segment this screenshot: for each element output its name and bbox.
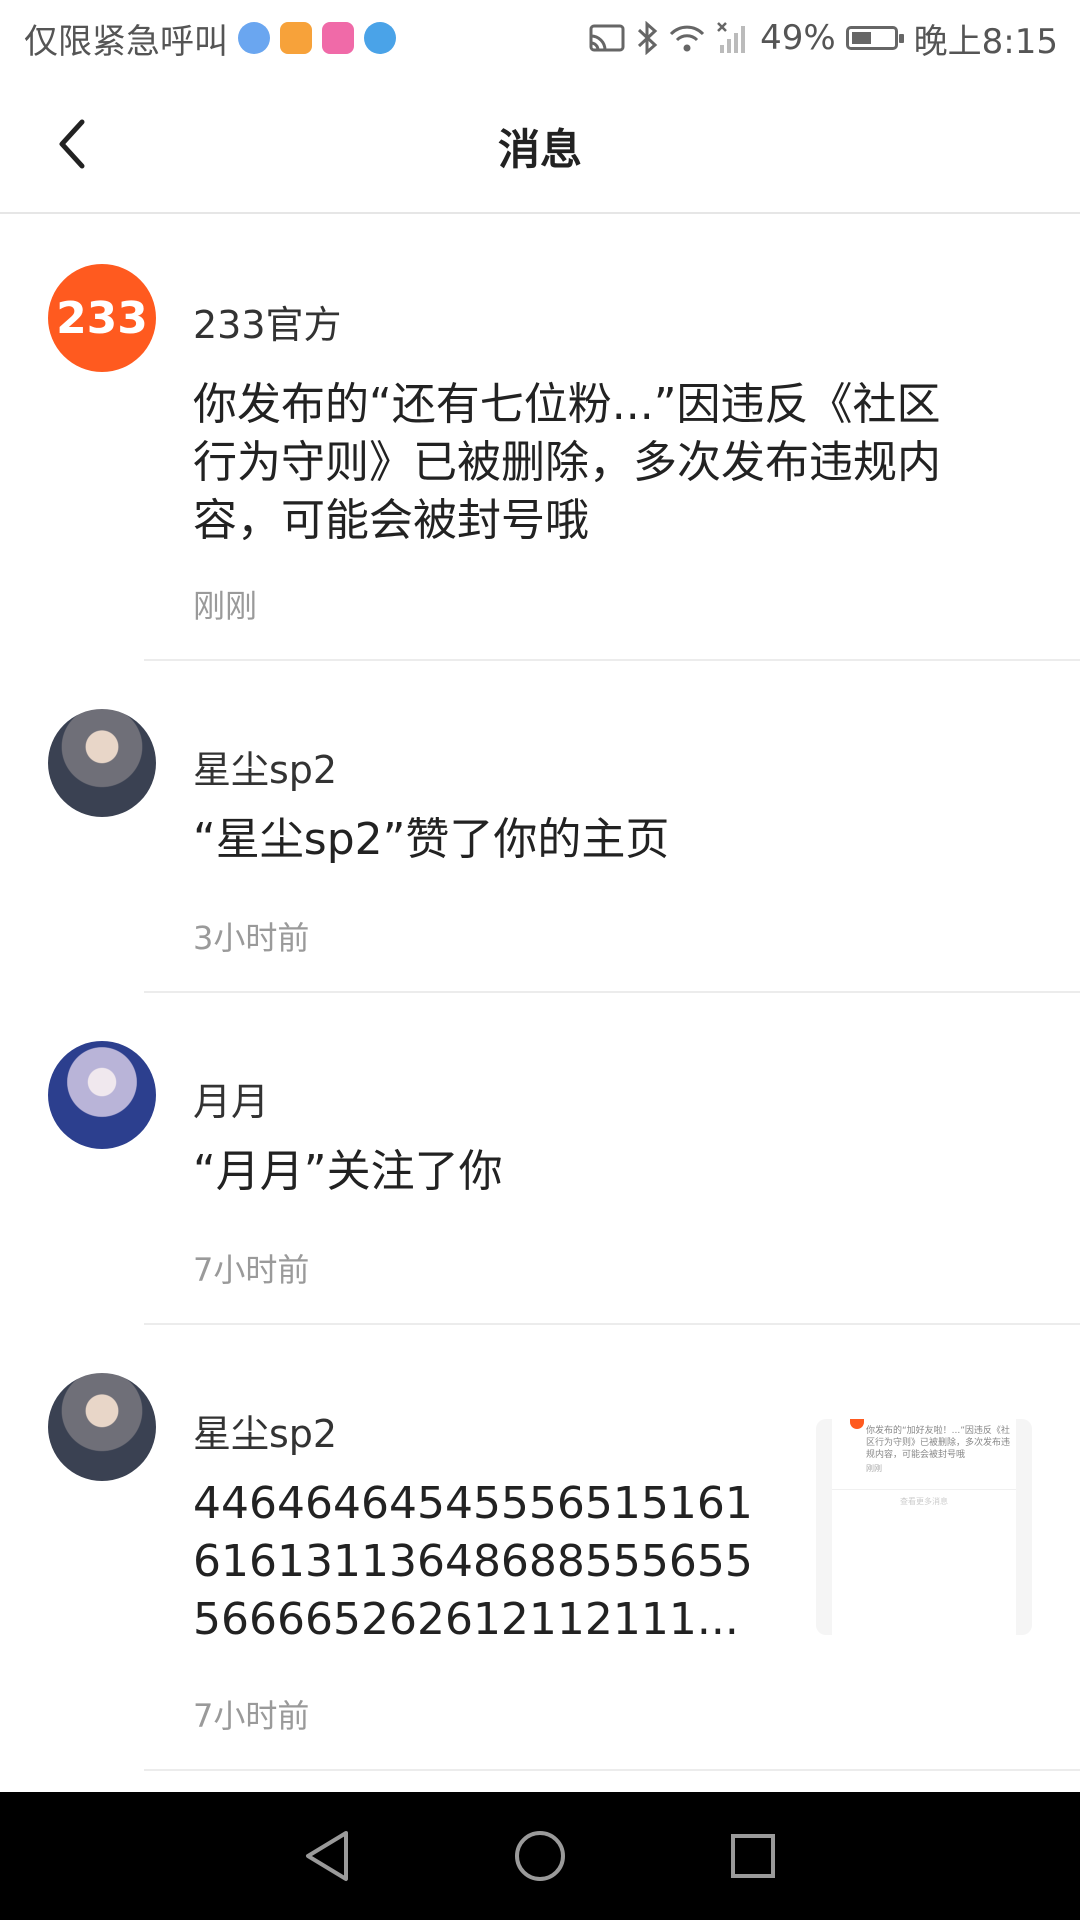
list-item[interactable]: 星尘sp2 “星尘sp2”赞了你的主页 3小时前 [0, 661, 1080, 993]
thumbnail-time: 刚刚 [866, 1464, 882, 1473]
sender-name: 星尘sp2 [193, 1412, 338, 1456]
divider [144, 1769, 1080, 1771]
clock: 晚上8:15 [913, 21, 1058, 62]
triangle-back-icon [305, 1831, 348, 1881]
thumbnail-footer: 查看更多消息 [832, 1489, 1016, 1507]
signal-icon [716, 21, 750, 55]
status-bar: 仅限紧急呼叫 49% 晚上8:15 [0, 0, 1080, 76]
message-content: 4464646454555651516161613113648688555655… [193, 1478, 753, 1645]
list-item[interactable]: 月月 “月月”关注了你 7小时前 [0, 993, 1080, 1325]
list-item[interactable]: 星尘sp2 4464646454555651516161613113648688… [0, 1325, 1080, 1771]
music-app-icon [238, 22, 270, 54]
avatar[interactable] [48, 1373, 156, 1481]
sender-name: 月月 [193, 1080, 270, 1124]
cast-icon [588, 23, 626, 53]
thumbnail-text: 你发布的“加好友啦！...”因违反《社区行为守则》已被删除，多次发布违规内容，可… [866, 1426, 1011, 1460]
avatar[interactable] [48, 1041, 156, 1149]
message-time: 7小时前 [193, 1251, 310, 1289]
nav-back-button[interactable] [287, 1816, 367, 1896]
message-content: 你发布的“还有七位粉...”因违反《社区行为守则》已被删除，多次发布违规内容，可… [193, 379, 941, 546]
list-item[interactable]: 233 233官方 你发布的“还有七位粉...”因违反《社区行为守则》已被删除，… [0, 216, 1080, 661]
message-list[interactable]: 233 233官方 你发布的“还有七位粉...”因违反《社区行为守则》已被删除，… [0, 216, 1080, 1771]
video-app-icon [280, 22, 312, 54]
bluetooth-icon [636, 21, 658, 55]
message-thumbnail[interactable]: 你发布的“加好友啦！...”因违反《社区行为守则》已被删除，多次发布违规内容，可… [816, 1419, 1032, 1635]
avatar[interactable] [48, 709, 156, 817]
thumbnail-logo [850, 1419, 864, 1429]
browser-app-icon [364, 22, 396, 54]
message-time: 3小时前 [193, 919, 310, 957]
message-time: 7小时前 [193, 1697, 310, 1735]
battery-percent: 49% [760, 18, 836, 58]
message-content: “月月”关注了你 [193, 1146, 503, 1197]
shop-app-icon [322, 22, 354, 54]
carrier-text: 仅限紧急呼叫 [24, 21, 228, 62]
page-title: 消息 [497, 125, 582, 174]
message-time: 刚刚 [193, 587, 258, 625]
thumbnail-card: 你发布的“加好友啦！...”因违反《社区行为守则》已被删除，多次发布违规内容，可… [832, 1419, 1016, 1635]
nav-home-button[interactable] [500, 1816, 580, 1896]
header: 消息 [0, 76, 1080, 214]
avatar-logo-text: 233 [56, 292, 148, 344]
nav-recents-button[interactable] [713, 1816, 793, 1896]
sender-name: 星尘sp2 [193, 748, 338, 792]
avatar[interactable]: 233 [48, 264, 156, 372]
battery-icon [845, 26, 904, 50]
circle-home-icon [514, 1831, 565, 1881]
status-bar-left: 仅限紧急呼叫 [24, 14, 396, 63]
status-bar-right: 49% 晚上8:15 [588, 14, 1058, 63]
square-recents-icon [731, 1834, 776, 1878]
wifi-icon [668, 23, 706, 53]
sender-name: 233官方 [193, 303, 342, 347]
navigation-bar [0, 1792, 1080, 1920]
message-content: “星尘sp2”赞了你的主页 [193, 814, 670, 865]
